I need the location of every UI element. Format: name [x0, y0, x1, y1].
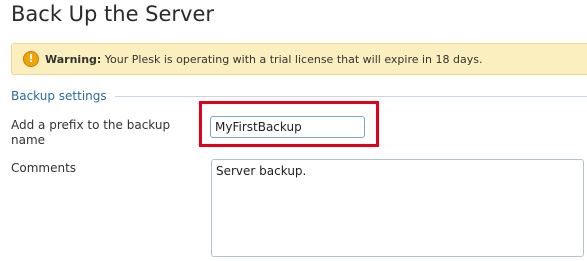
page-title: Back Up the Server [11, 2, 215, 26]
warning-label: Warning: [45, 53, 102, 66]
warning-icon: ! [23, 51, 39, 67]
section-title-backup-settings: Backup settings [11, 89, 107, 103]
prefix-input[interactable] [210, 116, 365, 138]
warning-banner: ! Warning: Your Plesk is operating with … [11, 43, 587, 75]
page: Back Up the Server ! Warning: Your Plesk… [0, 0, 587, 261]
section-divider [115, 96, 587, 97]
comments-label: Comments [11, 161, 77, 175]
warning-text: Warning: Your Plesk is operating with a … [45, 52, 482, 67]
warning-message: Your Plesk is operating with a trial lic… [101, 53, 483, 66]
comments-textarea[interactable]: Server backup. [211, 159, 584, 257]
prefix-label: Add a prefix to the backup name [11, 118, 171, 147]
